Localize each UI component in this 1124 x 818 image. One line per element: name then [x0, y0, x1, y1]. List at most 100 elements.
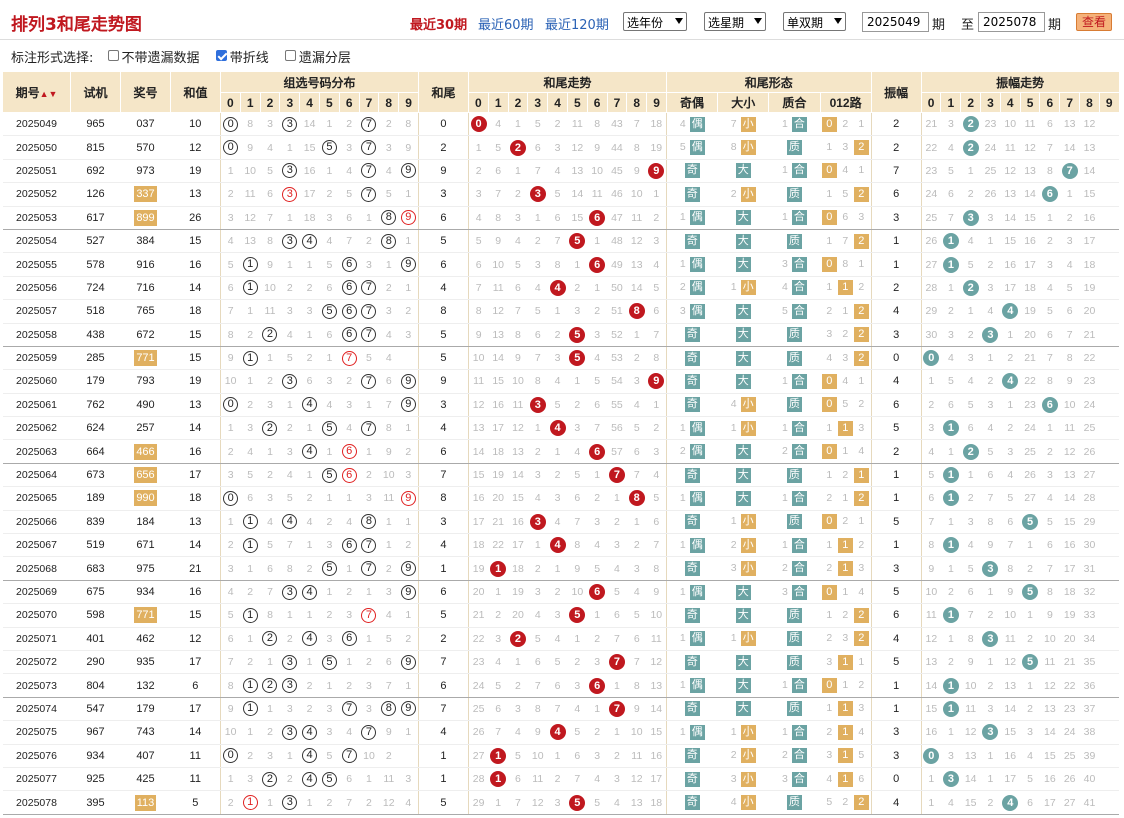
to-period-input[interactable] [978, 12, 1045, 32]
hewei-trend-cell: 3 [646, 229, 667, 254]
zhenfu-trend-cell: 26 [1059, 767, 1080, 792]
shape-oe: 1偶 [665, 627, 718, 651]
hewei-trend-cell: 5 [547, 182, 568, 207]
route-item: 3 [858, 562, 865, 575]
zuxuan-cell: 2 [378, 276, 399, 301]
checkbox-omission-layer[interactable] [284, 50, 296, 61]
shape-box: 合 [791, 210, 807, 226]
zhenfu-trend-cell: 1 [940, 533, 961, 558]
zuxuan-cell: 1 [319, 673, 340, 698]
year-select[interactable]: 选年份 [623, 12, 687, 31]
hewei-trend-cell: 1 [567, 252, 588, 277]
zhenfu-trend-cell: 3 [980, 276, 1001, 301]
zuxuan-cell: 6 [339, 533, 360, 558]
view-button[interactable]: 查看 [1076, 13, 1112, 31]
hewei-trend-cell: 3 [626, 369, 647, 394]
zuxuan-cell: 2 [240, 323, 261, 347]
zuxuan-cell: 1 [240, 673, 261, 698]
hit-ball: 5 [569, 794, 586, 811]
checkbox-polyline[interactable] [215, 50, 227, 61]
hewei-trend-cell: 2 [508, 627, 528, 651]
number-circle: 9 [400, 561, 416, 577]
table-row: 2025061 762 490 13 0 2 3 1 4 4 3 1 7 9 3 12 16 11 3 5 2 6 55 4 1… [2, 393, 1120, 418]
period-id: 2025071 [2, 627, 71, 651]
period-30-link[interactable]: 最近30期 [410, 14, 467, 33]
hewei-trend-cell: 17 [467, 510, 489, 535]
shape-box: 合 [791, 490, 807, 506]
sort-icon: ▲▼ [39, 88, 58, 99]
omission-count: 5 [679, 141, 686, 154]
zuxuan-cell: 3 [279, 439, 300, 464]
route-item: 1 [826, 234, 833, 247]
amplitude: 3 [870, 556, 922, 581]
number-circle: 1 [242, 678, 258, 694]
hewei-trend-cell: 2 [607, 510, 627, 535]
shape-box: 大 [735, 467, 751, 483]
zuxuan-cell: 1 [299, 323, 320, 347]
hewei-trend-cell: 11 [587, 182, 608, 207]
amplitude-ball: 1 [942, 490, 959, 507]
zuxuan-cell: 1 [339, 486, 360, 511]
zuxuan-cell: 2 [359, 463, 379, 488]
sum-tail: 5 [417, 229, 469, 254]
route-box: 2 [853, 350, 869, 366]
zuxuan-cell: 4 [319, 393, 340, 418]
omission-count: 1 [781, 679, 788, 692]
hewei-trend-cell: 1 [547, 439, 568, 464]
omission-count: 1 [679, 491, 686, 504]
zuxuan-cell: 3 [359, 673, 379, 698]
amplitude-ball: 7 [1061, 162, 1078, 179]
header-zhenfu-trend: 振幅走势 [920, 71, 1120, 93]
zhenfu-trend-cell: 4 [960, 369, 981, 394]
hewei-trend-cell: 1 [607, 673, 627, 698]
zuxuan-cell: 7 [378, 393, 399, 418]
zhenfu-trend-cell: 4 [1059, 252, 1080, 277]
zhenfu-trend-cell: 14 [1000, 697, 1021, 722]
test-number: 598 [70, 603, 121, 628]
hewei-trend-cell: 13 [626, 252, 647, 277]
zuxuan-cell: 4 [319, 229, 340, 254]
zuxuan-cell: 1 [319, 580, 340, 605]
repeat-number-circle: 3 [282, 186, 298, 202]
zuxuan-cell: 4 [378, 323, 399, 347]
test-number: 965 [70, 112, 121, 137]
number-circle: 4 [302, 397, 318, 413]
zhenfu-trend-cell: 13 [1000, 673, 1021, 698]
checkbox-no-omission[interactable] [107, 50, 119, 61]
shape-box: 质 [786, 397, 802, 413]
route-item: 1 [837, 771, 853, 787]
hewei-trend-cell: 54 [607, 369, 627, 394]
sum-value: 14 [170, 533, 221, 558]
zuxuan-cell: 1 [260, 650, 280, 675]
table-row: 2025051 692 973 19 1 10 5 3 16 1 4 7 4 9 9 2 6 1 7 4 13 10 45 9… [2, 159, 1120, 184]
winning-number: 934 [120, 580, 171, 605]
zuxuan-cell: 9 [398, 135, 419, 160]
zhenfu-trend-cell: 2 [960, 439, 981, 464]
shape-oe: 奇 [665, 323, 718, 347]
hewei-trend-cell: 14 [488, 346, 509, 371]
zuxuan-digit-8: 8 [378, 92, 400, 113]
header-qihao[interactable]: 期号▲▼ [2, 71, 71, 113]
zhenfu-trend-cell: 1 [940, 486, 961, 511]
shape-dx: 大 [717, 346, 769, 371]
period-60-link[interactable]: 最近60期 [478, 14, 534, 33]
weekday-select[interactable]: 选星期 [704, 12, 766, 31]
zuxuan-cell: 1 [260, 697, 280, 722]
from-period-input[interactable] [862, 12, 929, 32]
omission-count: 2 [679, 281, 686, 294]
shape-box: 大 [735, 373, 751, 389]
amplitude: 6 [870, 182, 922, 207]
parity-select[interactable]: 单双期 [783, 12, 846, 31]
omission-count: 3 [781, 772, 788, 785]
number-circle: 0 [223, 490, 239, 506]
zuxuan-cell: 5 [220, 603, 241, 628]
zhenfu-trend-cell: 7 [980, 486, 1001, 511]
route-item: 5 [858, 749, 865, 762]
hewei-trend-cell: 1 [508, 112, 528, 137]
zhenfu-trend-cell: 10 [1039, 627, 1060, 651]
route-012: 113 [820, 697, 872, 722]
test-number: 692 [70, 159, 121, 184]
zuxuan-cell: 9 [398, 159, 419, 184]
period-120-link[interactable]: 最近120期 [545, 14, 609, 33]
hewei-trend-cell: 3 [547, 135, 568, 160]
